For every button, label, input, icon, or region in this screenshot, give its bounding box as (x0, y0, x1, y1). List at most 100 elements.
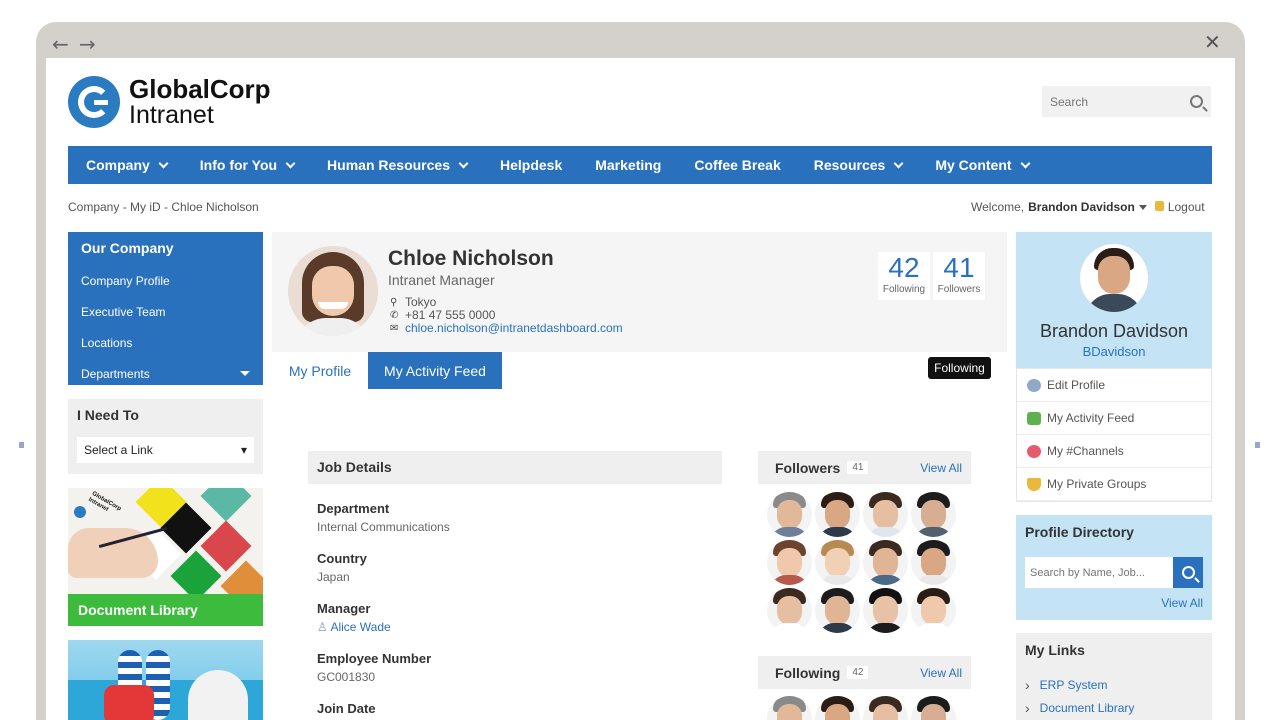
profile-location: ⚲ Tokyo (390, 295, 437, 309)
follower-avatar[interactable] (911, 540, 956, 585)
followers-header: Followers 41 View All (758, 451, 971, 484)
select-arrow-icon: ▾ (240, 443, 247, 457)
manager-label: Manager (317, 601, 371, 616)
search-icon[interactable] (1190, 95, 1203, 108)
document-library-tile[interactable]: GlobalCorp Intranet Document Library (68, 488, 263, 626)
feed-icon (1027, 411, 1041, 425)
my-name: Brandon Davidson (1039, 321, 1189, 341)
follower-avatar[interactable] (815, 492, 860, 537)
tab-my-profile[interactable]: My Profile (272, 352, 368, 389)
menu-marketing[interactable]: Marketing (595, 157, 661, 173)
department-value: Internal Communications (317, 520, 450, 534)
profile-directory-title: Profile Directory (1025, 524, 1134, 540)
my-links-title: My Links (1025, 642, 1085, 658)
logo[interactable]: GlobalCorp Intranet (68, 76, 271, 128)
followers-title: Followers (775, 459, 841, 476)
nav-executive-team[interactable]: Executive Team (81, 296, 250, 327)
chevron-down-icon (1020, 158, 1030, 168)
logout-link[interactable]: Logout (1168, 200, 1205, 214)
close-icon[interactable]: ✕ (1204, 30, 1221, 54)
document-library-label: Document Library (68, 594, 263, 626)
followers-stat[interactable]: 41 Followers (933, 252, 985, 300)
following-view-all[interactable]: View All (920, 666, 962, 680)
company-nav: Our Company Company Profile Executive Te… (68, 232, 263, 385)
follower-avatar[interactable] (863, 588, 908, 633)
back-arrow-icon[interactable]: ← (52, 32, 69, 56)
directory-view-all[interactable]: View All (1025, 596, 1203, 610)
company-nav-title[interactable]: Our Company (81, 240, 250, 256)
manager-link[interactable]: ♙ Alice Wade (317, 620, 391, 634)
follower-avatar[interactable] (911, 696, 956, 720)
profile-header: Chloe Nicholson Intranet Manager ⚲ Tokyo … (272, 232, 1007, 352)
beach-image[interactable] (68, 640, 263, 720)
my-private-groups-link[interactable]: My Private Groups (1017, 468, 1211, 501)
user-menu[interactable]: Brandon Davidson (1028, 200, 1135, 214)
my-channels-link[interactable]: My #Channels (1017, 435, 1211, 468)
profile-email: ✉ chloe.nicholson@intranetdashboard.com (390, 321, 623, 335)
email-link[interactable]: chloe.nicholson@intranetdashboard.com (405, 321, 623, 335)
menu-helpdesk[interactable]: Helpdesk (500, 157, 562, 173)
following-count: 42 (847, 666, 869, 679)
i-need-to-panel: I Need To Select a Link ▾ (68, 399, 263, 474)
followers-count: 41 (847, 461, 869, 474)
follower-avatar[interactable] (863, 540, 908, 585)
menu-coffee-break[interactable]: Coffee Break (694, 157, 780, 173)
join-date-label: Join Date (317, 701, 376, 716)
menu-human-resources[interactable]: Human Resources (327, 157, 469, 173)
caret-down-icon[interactable] (1138, 204, 1147, 210)
follower-avatar[interactable] (815, 540, 860, 585)
country-label: Country (317, 551, 367, 566)
tab-my-activity-feed[interactable]: My Activity Feed (368, 352, 502, 389)
follower-avatar[interactable] (863, 696, 908, 720)
menu-company[interactable]: Company (86, 157, 169, 173)
search-box (1042, 86, 1211, 117)
following-stat[interactable]: 42 Following (878, 252, 930, 300)
follower-avatar[interactable] (767, 588, 812, 633)
directory-search-button[interactable] (1173, 557, 1203, 588)
link-select[interactable]: Select a Link ▾ (77, 437, 254, 463)
profile-photo[interactable] (288, 246, 378, 336)
chevron-down-icon (285, 158, 296, 168)
breadcrumb[interactable]: Company - My iD - Chloe Nicholson (68, 200, 259, 214)
following-title: Following (775, 664, 841, 681)
followers-view-all[interactable]: View All (920, 461, 962, 475)
channels-icon (1027, 444, 1041, 458)
menu-resources[interactable]: Resources (814, 157, 904, 173)
my-activity-feed-link[interactable]: My Activity Feed (1017, 402, 1211, 435)
menu-info-for-you[interactable]: Info for You (200, 157, 296, 173)
my-link-erp-system[interactable]: ERP System (1025, 673, 1203, 696)
follower-avatar[interactable] (911, 492, 956, 537)
follower-avatar[interactable] (767, 540, 812, 585)
country-value: Japan (317, 570, 350, 584)
my-avatar[interactable] (1080, 244, 1148, 312)
following-button[interactable]: Following (928, 357, 991, 379)
profile-directory: Profile Directory View All (1016, 515, 1212, 620)
left-edge-marker (19, 442, 24, 448)
user-icon: ♙ (317, 620, 328, 634)
envelope-icon: ✉ (390, 322, 399, 334)
follower-avatar[interactable] (815, 588, 860, 633)
chevron-down-icon (158, 158, 169, 168)
profile-phone: ✆ +81 47 555 0000 (390, 308, 496, 322)
main-menu: Company Info for You Human Resources Hel… (68, 146, 1212, 184)
my-links-panel: My Links ERP System Document Library (1016, 633, 1212, 720)
follower-avatar[interactable] (767, 492, 812, 537)
menu-my-content[interactable]: My Content (935, 157, 1030, 173)
forward-arrow-icon[interactable]: → (79, 32, 96, 56)
follower-avatar[interactable] (767, 696, 812, 720)
logo-subname: Intranet (129, 101, 214, 129)
nav-locations[interactable]: Locations (81, 327, 250, 358)
profile-name: Chloe Nicholson (388, 247, 554, 270)
my-link-document-library[interactable]: Document Library (1025, 696, 1203, 719)
follower-avatar[interactable] (863, 492, 908, 537)
search-input[interactable] (1050, 94, 1170, 109)
following-header: Following 42 View All (758, 656, 971, 689)
nav-company-profile[interactable]: Company Profile (81, 265, 250, 296)
edit-profile-link[interactable]: Edit Profile (1017, 369, 1211, 402)
my-handle[interactable]: BDavidson (1016, 344, 1212, 359)
directory-search-input[interactable] (1025, 557, 1173, 588)
nav-departments[interactable]: Departments (81, 358, 250, 389)
follower-avatar[interactable] (911, 588, 956, 633)
follower-avatar[interactable] (815, 696, 860, 720)
job-details-header: Job Details (308, 451, 722, 484)
